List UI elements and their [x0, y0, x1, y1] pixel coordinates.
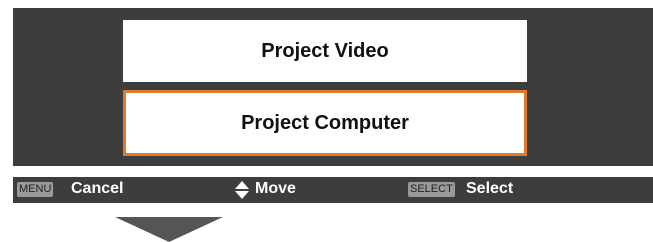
select-label: Select: [466, 180, 514, 197]
source-menu-panel: Project Video Project Computer: [13, 8, 653, 166]
up-down-triangle-icon: [235, 181, 249, 199]
option-label: Project Computer: [241, 111, 409, 134]
menu-key-badge: MENU: [17, 182, 54, 197]
option-project-computer[interactable]: Project Computer: [123, 90, 527, 156]
option-label: Project Video: [261, 39, 389, 62]
option-project-video[interactable]: Project Video: [123, 20, 527, 82]
cancel-label: Cancel: [71, 180, 124, 197]
key-guide-bar: MENU Cancel Move SELECT Select: [13, 177, 653, 203]
down-arrow-icon: [115, 217, 223, 242]
select-key-badge: SELECT: [408, 182, 455, 197]
move-label: Move: [255, 180, 296, 197]
